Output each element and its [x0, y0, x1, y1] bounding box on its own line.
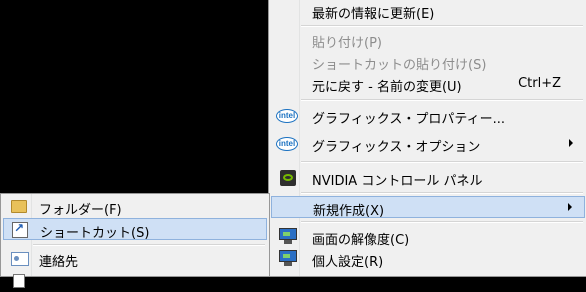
document-icon: [13, 274, 25, 288]
submenu-arrow-icon: [568, 203, 572, 211]
menu-item-nvidia-control-panel[interactable]: NVIDIA コントロール パネル: [271, 167, 585, 189]
menu-item-refresh[interactable]: 最新の情報に更新(E): [271, 0, 585, 22]
menu-item-graphics-properties[interactable]: intel グラフィックス・プロパティー...: [271, 105, 585, 127]
menu-separator: [301, 99, 583, 101]
submenu-item-shortcut[interactable]: ショートカット(S): [3, 218, 267, 241]
menu-separator: [33, 244, 265, 246]
menu-separator: [301, 221, 583, 223]
menu-separator: [301, 161, 583, 163]
menu-item-new[interactable]: 新規作成(X): [271, 196, 585, 219]
menu-item-label: NVIDIA コントロール パネル: [312, 174, 483, 189]
menu-item-shortcut: Ctrl+Z: [518, 76, 561, 91]
menu-item-paste[interactable]: 貼り付け(P): [271, 29, 585, 51]
menu-item-label: フォルダー(F): [39, 203, 122, 218]
menu-item-label: 貼り付け(P): [312, 36, 382, 51]
menu-item-label: グラフィックス・プロパティー...: [312, 112, 505, 127]
intel-icon: intel: [276, 137, 298, 151]
menu-item-label: ショートカットの貼り付け(S): [312, 58, 487, 73]
menu-item-label: 個人設定(R): [312, 255, 384, 270]
contact-icon: [11, 252, 29, 266]
submenu-item-contact[interactable]: 連絡先: [3, 248, 267, 270]
menu-item-graphics-options[interactable]: intel グラフィックス・オプション: [271, 133, 585, 155]
menu-item-screen-resolution[interactable]: 画面の解像度(C): [271, 226, 585, 248]
desktop-context-menu: 最新の情報に更新(E) 貼り付け(P) ショートカットの貼り付け(S) 元に戻す…: [268, 0, 586, 277]
menu-separator: [301, 25, 583, 27]
menu-item-personalize[interactable]: 個人設定(R): [271, 248, 585, 270]
menu-item-label: 新規作成(X): [313, 204, 385, 219]
menu-item-label: 連絡先: [39, 255, 79, 270]
menu-item-label: 画面の解像度(C): [312, 233, 410, 248]
monitor-icon: [279, 250, 297, 267]
menu-separator: [301, 192, 583, 194]
nvidia-icon: [280, 170, 296, 186]
new-submenu: フォルダー(F) ショートカット(S) 連絡先: [0, 193, 270, 288]
shortcut-icon: [12, 221, 28, 238]
menu-item-paste-shortcut[interactable]: ショートカットの貼り付け(S): [271, 51, 585, 73]
folder-icon: [11, 200, 27, 213]
menu-item-label: グラフィックス・オプション: [312, 140, 481, 155]
menu-item-label: 最新の情報に更新(E): [312, 7, 435, 22]
submenu-item-folder[interactable]: フォルダー(F): [3, 196, 267, 218]
submenu-item-document[interactable]: [3, 270, 267, 292]
menu-item-label: ショートカット(S): [40, 226, 150, 241]
monitor-icon: [279, 228, 297, 245]
intel-icon: intel: [276, 109, 298, 123]
menu-item-undo-rename[interactable]: 元に戻す - 名前の変更(U) Ctrl+Z: [271, 73, 585, 95]
menu-item-label: 元に戻す - 名前の変更(U): [312, 80, 462, 95]
submenu-arrow-icon: [569, 139, 573, 147]
